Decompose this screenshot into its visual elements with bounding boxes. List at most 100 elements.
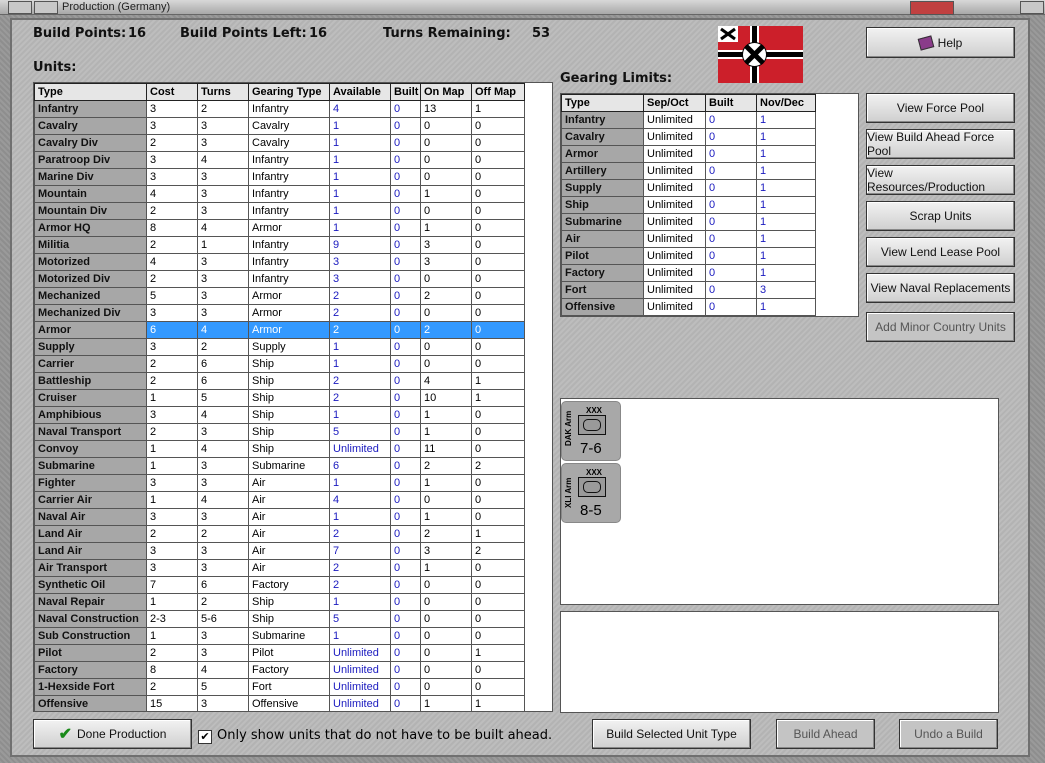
units_table-header[interactable]: On Map — [420, 83, 472, 101]
units_table-header[interactable]: Available — [329, 83, 391, 101]
table-row[interactable]: Amphibious 3 4 Ship 1 0 1 0 — [34, 406, 525, 424]
table-row[interactable]: Land Air 3 3 Air 7 0 3 2 — [34, 542, 525, 560]
table-cell: 1 — [756, 128, 816, 146]
table-row[interactable]: Armor 6 4 Armor 2 0 2 0 — [34, 321, 525, 339]
view-lend-lease-button[interactable]: View Lend Lease Pool — [866, 237, 1015, 267]
units_table-header[interactable]: Off Map — [471, 83, 525, 101]
table-row[interactable]: Infantry 3 2 Infantry 4 0 13 1 — [34, 100, 525, 118]
system-menu-button[interactable] — [8, 1, 32, 14]
table-cell: 5 — [329, 610, 391, 628]
table-cell: 0 — [471, 559, 525, 577]
table-row[interactable]: Land Air 2 2 Air 2 0 2 1 — [34, 525, 525, 543]
table-cell: 2 — [146, 236, 198, 254]
help-button[interactable]: Help — [866, 27, 1015, 58]
close-button[interactable] — [1020, 1, 1044, 14]
table-row[interactable]: Cavalry 3 3 Cavalry 1 0 0 0 — [34, 117, 525, 135]
table-row[interactable]: Paratroop Div 3 4 Infantry 1 0 0 0 — [34, 151, 525, 169]
gearing_table-header[interactable]: Built — [705, 94, 757, 112]
done-production-button[interactable]: ✔ Done Production — [33, 719, 192, 749]
table-row[interactable]: Naval Transport 2 3 Ship 5 0 1 0 — [34, 423, 525, 441]
table-row[interactable]: Militia 2 1 Infantry 9 0 3 0 — [34, 236, 525, 254]
table-row[interactable]: Mountain 4 3 Infantry 1 0 1 0 — [34, 185, 525, 203]
armor-symbol-icon — [578, 415, 606, 435]
view-resources-button[interactable]: View Resources/Production — [866, 165, 1015, 195]
table-row[interactable]: Cavalry Div 2 3 Cavalry 1 0 0 0 — [34, 134, 525, 152]
gearing_table-header[interactable]: Nov/Dec — [756, 94, 816, 112]
table-row[interactable]: Carrier Air 1 4 Air 4 0 0 0 — [34, 491, 525, 509]
table-row[interactable]: Marine Div 3 3 Infantry 1 0 0 0 — [34, 168, 525, 186]
only-show-checkbox[interactable]: ✔ — [198, 730, 212, 744]
table-row[interactable]: 1-Hexside Fort 2 5 Fort Unlimited 0 0 0 — [34, 678, 525, 696]
units-table[interactable]: Type Cost Turns Gearing Type Available Built O… — [34, 83, 525, 711]
table-cell: 0 — [390, 695, 421, 711]
units_table-header[interactable]: Turns — [197, 83, 249, 101]
table-row[interactable]: Factory 8 4 Factory Unlimited 0 0 0 — [34, 661, 525, 679]
table-cell: 0 — [390, 202, 421, 220]
table-cell: 7 — [329, 542, 391, 560]
table-cell: 0 — [471, 678, 525, 696]
build-queue-area[interactable]: DAK Arm XXX 7-6 XLI Arm XXX 8-5 — [560, 398, 999, 605]
units_table-header[interactable]: Gearing Type — [248, 83, 330, 101]
table-row[interactable]: Mountain Div 2 3 Infantry 1 0 0 0 — [34, 202, 525, 220]
table-row[interactable]: Naval Construction 2-3 5-6 Ship 5 0 0 0 — [34, 610, 525, 628]
table-row[interactable]: Naval Air 3 3 Air 1 0 1 0 — [34, 508, 525, 526]
row-type-cell: Amphibious — [34, 406, 147, 424]
table-cell: Unlimited — [329, 440, 391, 458]
table-cell: 2 — [329, 525, 391, 543]
table-row[interactable]: Convoy 1 4 Ship Unlimited 0 11 0 — [34, 440, 525, 458]
table-cell: 3 — [197, 474, 249, 492]
table-row[interactable]: Motorized 4 3 Infantry 3 0 3 0 — [34, 253, 525, 271]
table-cell: 1 — [197, 236, 249, 254]
table-row[interactable]: Mechanized 5 3 Armor 2 0 2 0 — [34, 287, 525, 305]
view-build-ahead-pool-button[interactable]: View Build Ahead Force Pool — [866, 129, 1015, 159]
table-row[interactable]: Naval Repair 1 2 Ship 1 0 0 0 — [34, 593, 525, 611]
unit-counter-xli[interactable]: XLI Arm XXX 8-5 — [561, 463, 621, 523]
restore-button[interactable] — [34, 1, 58, 14]
units-table-container[interactable]: Type Cost Turns Gearing Type Available Built O… — [33, 82, 553, 712]
undo-build-button[interactable]: Undo a Build — [899, 719, 998, 749]
units_table-header[interactable]: Cost — [146, 83, 198, 101]
table-cell: 0 — [390, 287, 421, 305]
table-cell: 2 — [146, 134, 198, 152]
table-cell: Unlimited — [643, 179, 706, 197]
table-row[interactable]: Sub Construction 1 3 Submarine 1 0 0 0 — [34, 627, 525, 645]
table-row[interactable]: Air Transport 3 3 Air 2 0 1 0 — [34, 559, 525, 577]
build-ahead-button[interactable]: Build Ahead — [776, 719, 875, 749]
row-type-cell: Cavalry Div — [34, 134, 147, 152]
table-cell: 1 — [146, 440, 198, 458]
table-cell: 0 — [420, 168, 472, 186]
table-row[interactable]: Fighter 3 3 Air 1 0 1 0 — [34, 474, 525, 492]
row-type-cell: Carrier Air — [34, 491, 147, 509]
gearing_table-header[interactable]: Sep/Oct — [643, 94, 706, 112]
add-minor-country-units-button[interactable]: Add Minor Country Units — [866, 312, 1015, 342]
view-force-pool-button[interactable]: View Force Pool — [866, 93, 1015, 123]
table-row[interactable]: Battleship 2 6 Ship 2 0 4 1 — [34, 372, 525, 390]
row-type-cell: Militia — [34, 236, 147, 254]
table-cell: Unlimited — [643, 298, 706, 316]
table-cell: 5 — [197, 389, 249, 407]
table-row[interactable]: Submarine 1 3 Submarine 6 0 2 2 — [34, 457, 525, 475]
table-row[interactable]: Pilot 2 3 Pilot Unlimited 0 0 1 — [34, 644, 525, 662]
table-row[interactable]: Supply 3 2 Supply 1 0 0 0 — [34, 338, 525, 356]
table-row[interactable]: Cruiser 1 5 Ship 2 0 10 1 — [34, 389, 525, 407]
table-row[interactable]: Armor HQ 8 4 Armor 1 0 1 0 — [34, 219, 525, 237]
row-type-cell: Mountain — [34, 185, 147, 203]
units_table-header[interactable]: Type — [34, 83, 147, 101]
table-cell: 0 — [390, 219, 421, 237]
table-cell: 1 — [420, 508, 472, 526]
units_table-header[interactable]: Built — [390, 83, 421, 101]
scrap-units-button[interactable]: Scrap Units — [866, 201, 1015, 231]
table-cell: 3 — [146, 304, 198, 322]
table-cell: Factory — [248, 576, 330, 594]
table-row[interactable]: Mechanized Div 3 3 Armor 2 0 0 0 — [34, 304, 525, 322]
build-selected-button[interactable]: Build Selected Unit Type — [592, 719, 751, 749]
gearing_table-header[interactable]: Type — [561, 94, 644, 112]
table-cell: 4 — [329, 100, 391, 118]
table-row[interactable]: Motorized Div 2 3 Infantry 3 0 0 0 — [34, 270, 525, 288]
view-naval-replacements-button[interactable]: View Naval Replacements — [866, 273, 1015, 303]
unit-counter-dak[interactable]: DAK Arm XXX 7-6 — [561, 401, 621, 461]
table-row[interactable]: Synthetic Oil 7 6 Factory 2 0 0 0 — [34, 576, 525, 594]
table-row: Factory Unlimited 0 1 — [561, 264, 816, 282]
table-row[interactable]: Offensive 15 3 Offensive Unlimited 0 1 1 — [34, 695, 525, 711]
table-row[interactable]: Carrier 2 6 Ship 1 0 0 0 — [34, 355, 525, 373]
